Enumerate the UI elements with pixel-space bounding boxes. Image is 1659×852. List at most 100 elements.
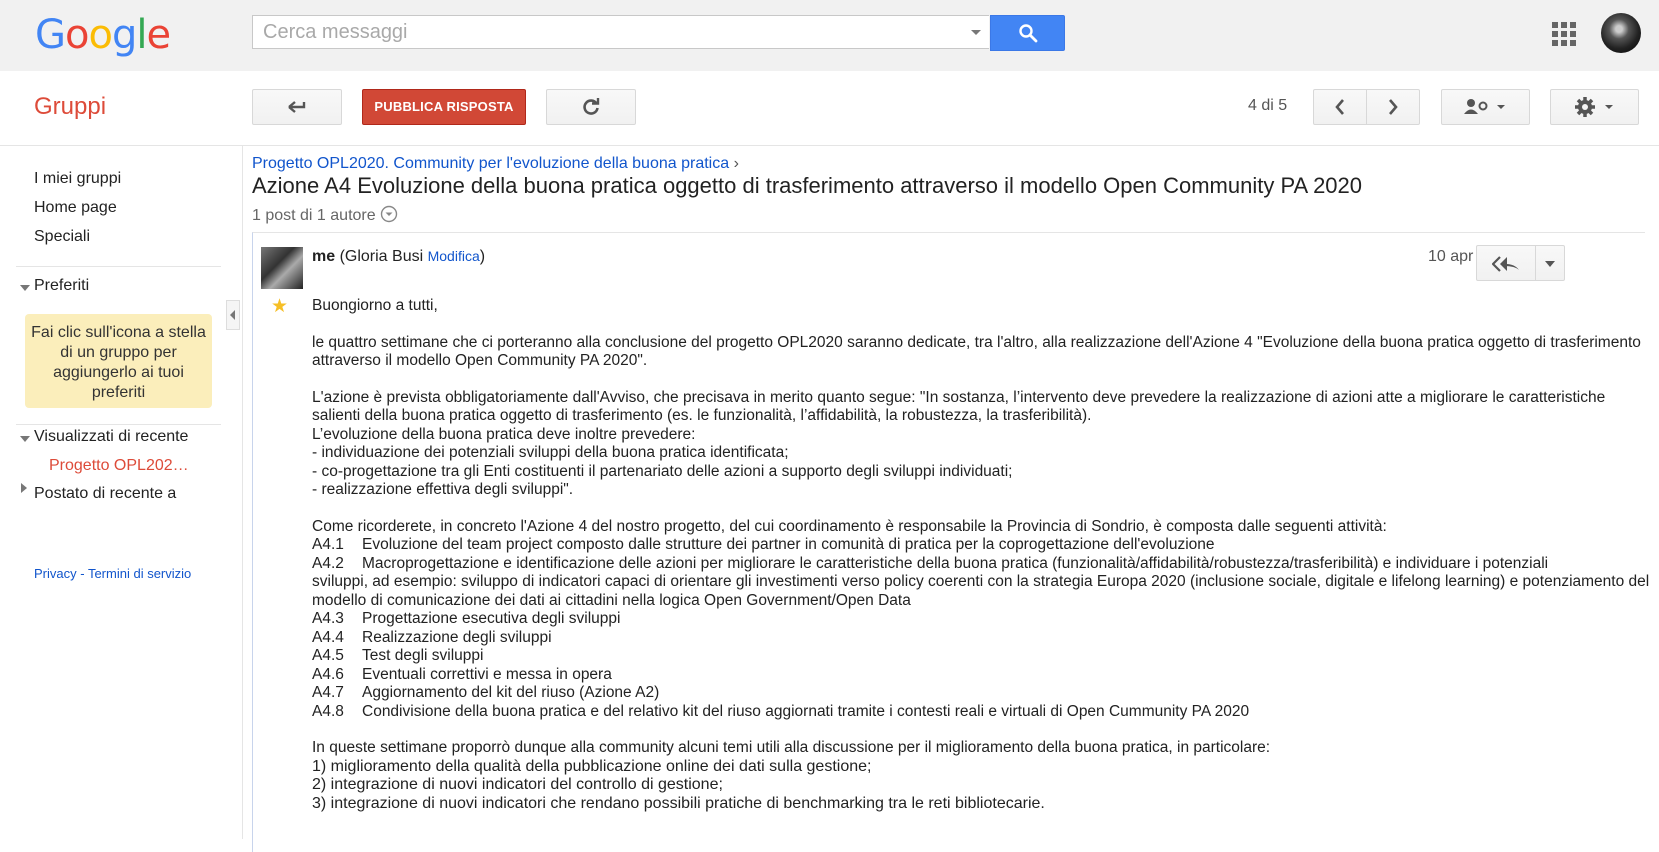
topic-item: 3) integrazione di nuovi indicatori che …	[312, 794, 1045, 812]
post-card: me (Gloria Busi Modifica) 10 apr ★ Buong…	[252, 232, 1649, 852]
chevron-left-icon	[230, 310, 235, 320]
paragraph: Come ricorderete, in concreto l'Azione 4…	[312, 517, 1387, 535]
activity-row: A4.8 Condivisione della buona pratica e d…	[312, 703, 1652, 722]
chevron-left-icon	[1335, 99, 1344, 115]
left-sidebar: I miei gruppi Home page Speciali Preferi…	[0, 146, 243, 839]
recently-viewed-header[interactable]: Visualizzati di recente	[34, 428, 188, 446]
toolbar: Gruppi PUBBLICA RISPOSTA 4 di 5	[0, 71, 1659, 146]
activity-row: A4.2 Macroprogettazione e identificazione…	[312, 555, 1652, 574]
favorites-hint: Fai clic sull'icona a stella di un grupp…	[25, 314, 212, 408]
activity-text: Aggiornamento del kit del riuso (Azione …	[362, 684, 660, 701]
thread-meta: 1 post di 1 autore	[252, 205, 398, 225]
activity-row: A4.1 Evoluzione del team project composto…	[312, 536, 1652, 555]
privacy-link[interactable]: Privacy	[34, 566, 77, 581]
activity-text: Evoluzione del team project composto dal…	[362, 536, 1215, 553]
author-name: (Gloria Busi	[335, 248, 428, 265]
breadcrumb-separator: ›	[733, 155, 739, 172]
author-avatar[interactable]	[261, 247, 303, 289]
account-avatar[interactable]	[1601, 13, 1641, 53]
post-date: 10 apr	[1428, 248, 1474, 265]
paragraph-line: L’evoluzione della buona pratica deve in…	[312, 425, 696, 443]
app-name[interactable]: Gruppi	[34, 93, 106, 121]
breadcrumb-group-link[interactable]: Progetto OPL2020. Community per l'evoluz…	[252, 155, 729, 172]
logo-letter: g	[111, 12, 137, 58]
reply-all-button[interactable]	[1476, 245, 1536, 281]
activity-text: Realizzazione degli sviluppi	[362, 628, 552, 646]
nav-divider	[16, 424, 221, 425]
google-logo[interactable]: Google	[35, 12, 171, 58]
thread-view: Progetto OPL2020. Community per l'evoluz…	[244, 146, 1659, 852]
footer-links: Privacy - Termini di servizio	[34, 566, 191, 581]
activity-code: A4.1	[312, 536, 344, 553]
author-me: me	[312, 248, 336, 265]
chevron-right-icon	[1389, 99, 1398, 115]
paragraph-line: - individuazione dei potenziali sviluppi…	[312, 444, 789, 461]
paragraph: L'azione è prevista obbligatoriamente da…	[312, 388, 1606, 425]
activity-text: Test degli sviluppi	[362, 647, 484, 664]
nav-my-groups[interactable]: I miei gruppi	[34, 170, 121, 188]
paragraph: le quattro settimane che ci porteranno a…	[312, 333, 1641, 370]
topic-item: 2) integrazione di nuovi indicatori del …	[312, 776, 723, 793]
logo-letter: G	[35, 12, 66, 58]
manage-members-button[interactable]	[1441, 89, 1530, 125]
top-bar: Google	[0, 0, 1659, 71]
post-body: Buongiorno a tutti, le quattro settimane…	[312, 297, 1652, 813]
recently-posted-header[interactable]: Postato di recente a	[34, 485, 176, 503]
edit-profile-link[interactable]: Modifica	[428, 248, 480, 264]
chevron-down-icon	[1545, 261, 1555, 267]
refresh-button[interactable]	[546, 89, 636, 125]
post-count: 1 post di 1 autore	[252, 207, 376, 224]
activity-row: A4.4 Realizzazione degli sviluppi	[312, 629, 1652, 648]
activity-text: Eventuali correttivi e messa in opera	[362, 665, 612, 683]
activity-row: A4.5 Test degli sviluppi	[312, 647, 1652, 666]
search-box	[252, 15, 989, 49]
nav-special[interactable]: Speciali	[34, 228, 90, 246]
activity-text: Progettazione esecutiva degli sviluppi	[362, 610, 621, 627]
publish-reply-button[interactable]: PUBBLICA RISPOSTA	[362, 89, 526, 125]
activity-text: Condivisione della buona pratica e del r…	[362, 702, 1250, 720]
greeting: Buongiorno a tutti,	[312, 297, 438, 314]
topic-item: 1) miglioramento della qualità della pub…	[312, 757, 872, 775]
activity-code: A4.2	[312, 554, 344, 572]
apps-grid-icon[interactable]	[1552, 22, 1576, 46]
activity-row: A4.3 Progettazione esecutiva degli svilup…	[312, 610, 1652, 629]
nav-divider	[16, 266, 221, 267]
paragraph-line: - co-progettazione tra gli Enti costitue…	[312, 462, 1013, 480]
activity-code: A4.4	[312, 628, 344, 646]
author-close: )	[479, 248, 486, 265]
reply-options-button[interactable]	[1535, 245, 1565, 281]
activity-code: A4.7	[312, 684, 344, 701]
search-options-dropdown-icon[interactable]	[971, 30, 981, 35]
star-icon[interactable]: ★	[271, 295, 288, 318]
breadcrumb: Progetto OPL2020. Community per l'evoluz…	[252, 155, 739, 173]
thread-title: Azione A4 Evoluzione della buona pratica…	[252, 173, 1363, 198]
post-author: me (Gloria Busi Modifica)	[312, 248, 485, 266]
next-thread-button[interactable]	[1366, 89, 1420, 125]
refresh-icon	[583, 98, 600, 115]
search-input[interactable]	[253, 16, 953, 48]
back-button[interactable]	[252, 89, 342, 125]
expand-arrow-icon[interactable]	[20, 285, 30, 291]
footer-separator: -	[76, 566, 88, 581]
paragraph-line: - realizzazione effettiva degli sviluppi…	[312, 481, 574, 498]
activity-code: A4.6	[312, 665, 344, 683]
activity-text: Macroprogettazione e identificazione del…	[362, 554, 1549, 572]
logo-letter: l	[136, 12, 147, 58]
nav-home-page[interactable]: Home page	[34, 199, 117, 217]
logo-letter: o	[88, 12, 113, 58]
search-button[interactable]	[990, 15, 1065, 51]
logo-letter: o	[65, 12, 90, 58]
manage-members-icon	[1464, 99, 1505, 114]
expand-arrow-icon[interactable]	[20, 436, 30, 442]
activity-code: A4.8	[312, 702, 344, 720]
chevron-down-circle-icon[interactable]	[380, 205, 398, 223]
recent-group-link[interactable]: Progetto OPL202…	[49, 457, 189, 475]
activity-code: A4.3	[312, 610, 344, 627]
collapsed-arrow-icon[interactable]	[21, 483, 27, 493]
terms-link[interactable]: Termini di servizio	[88, 566, 191, 581]
previous-thread-button[interactable]	[1313, 89, 1367, 125]
thread-position: 4 di 5	[1248, 97, 1288, 114]
collapse-sidebar-button[interactable]	[226, 300, 240, 330]
favorites-header[interactable]: Preferiti	[34, 277, 89, 295]
settings-button[interactable]	[1550, 89, 1639, 125]
